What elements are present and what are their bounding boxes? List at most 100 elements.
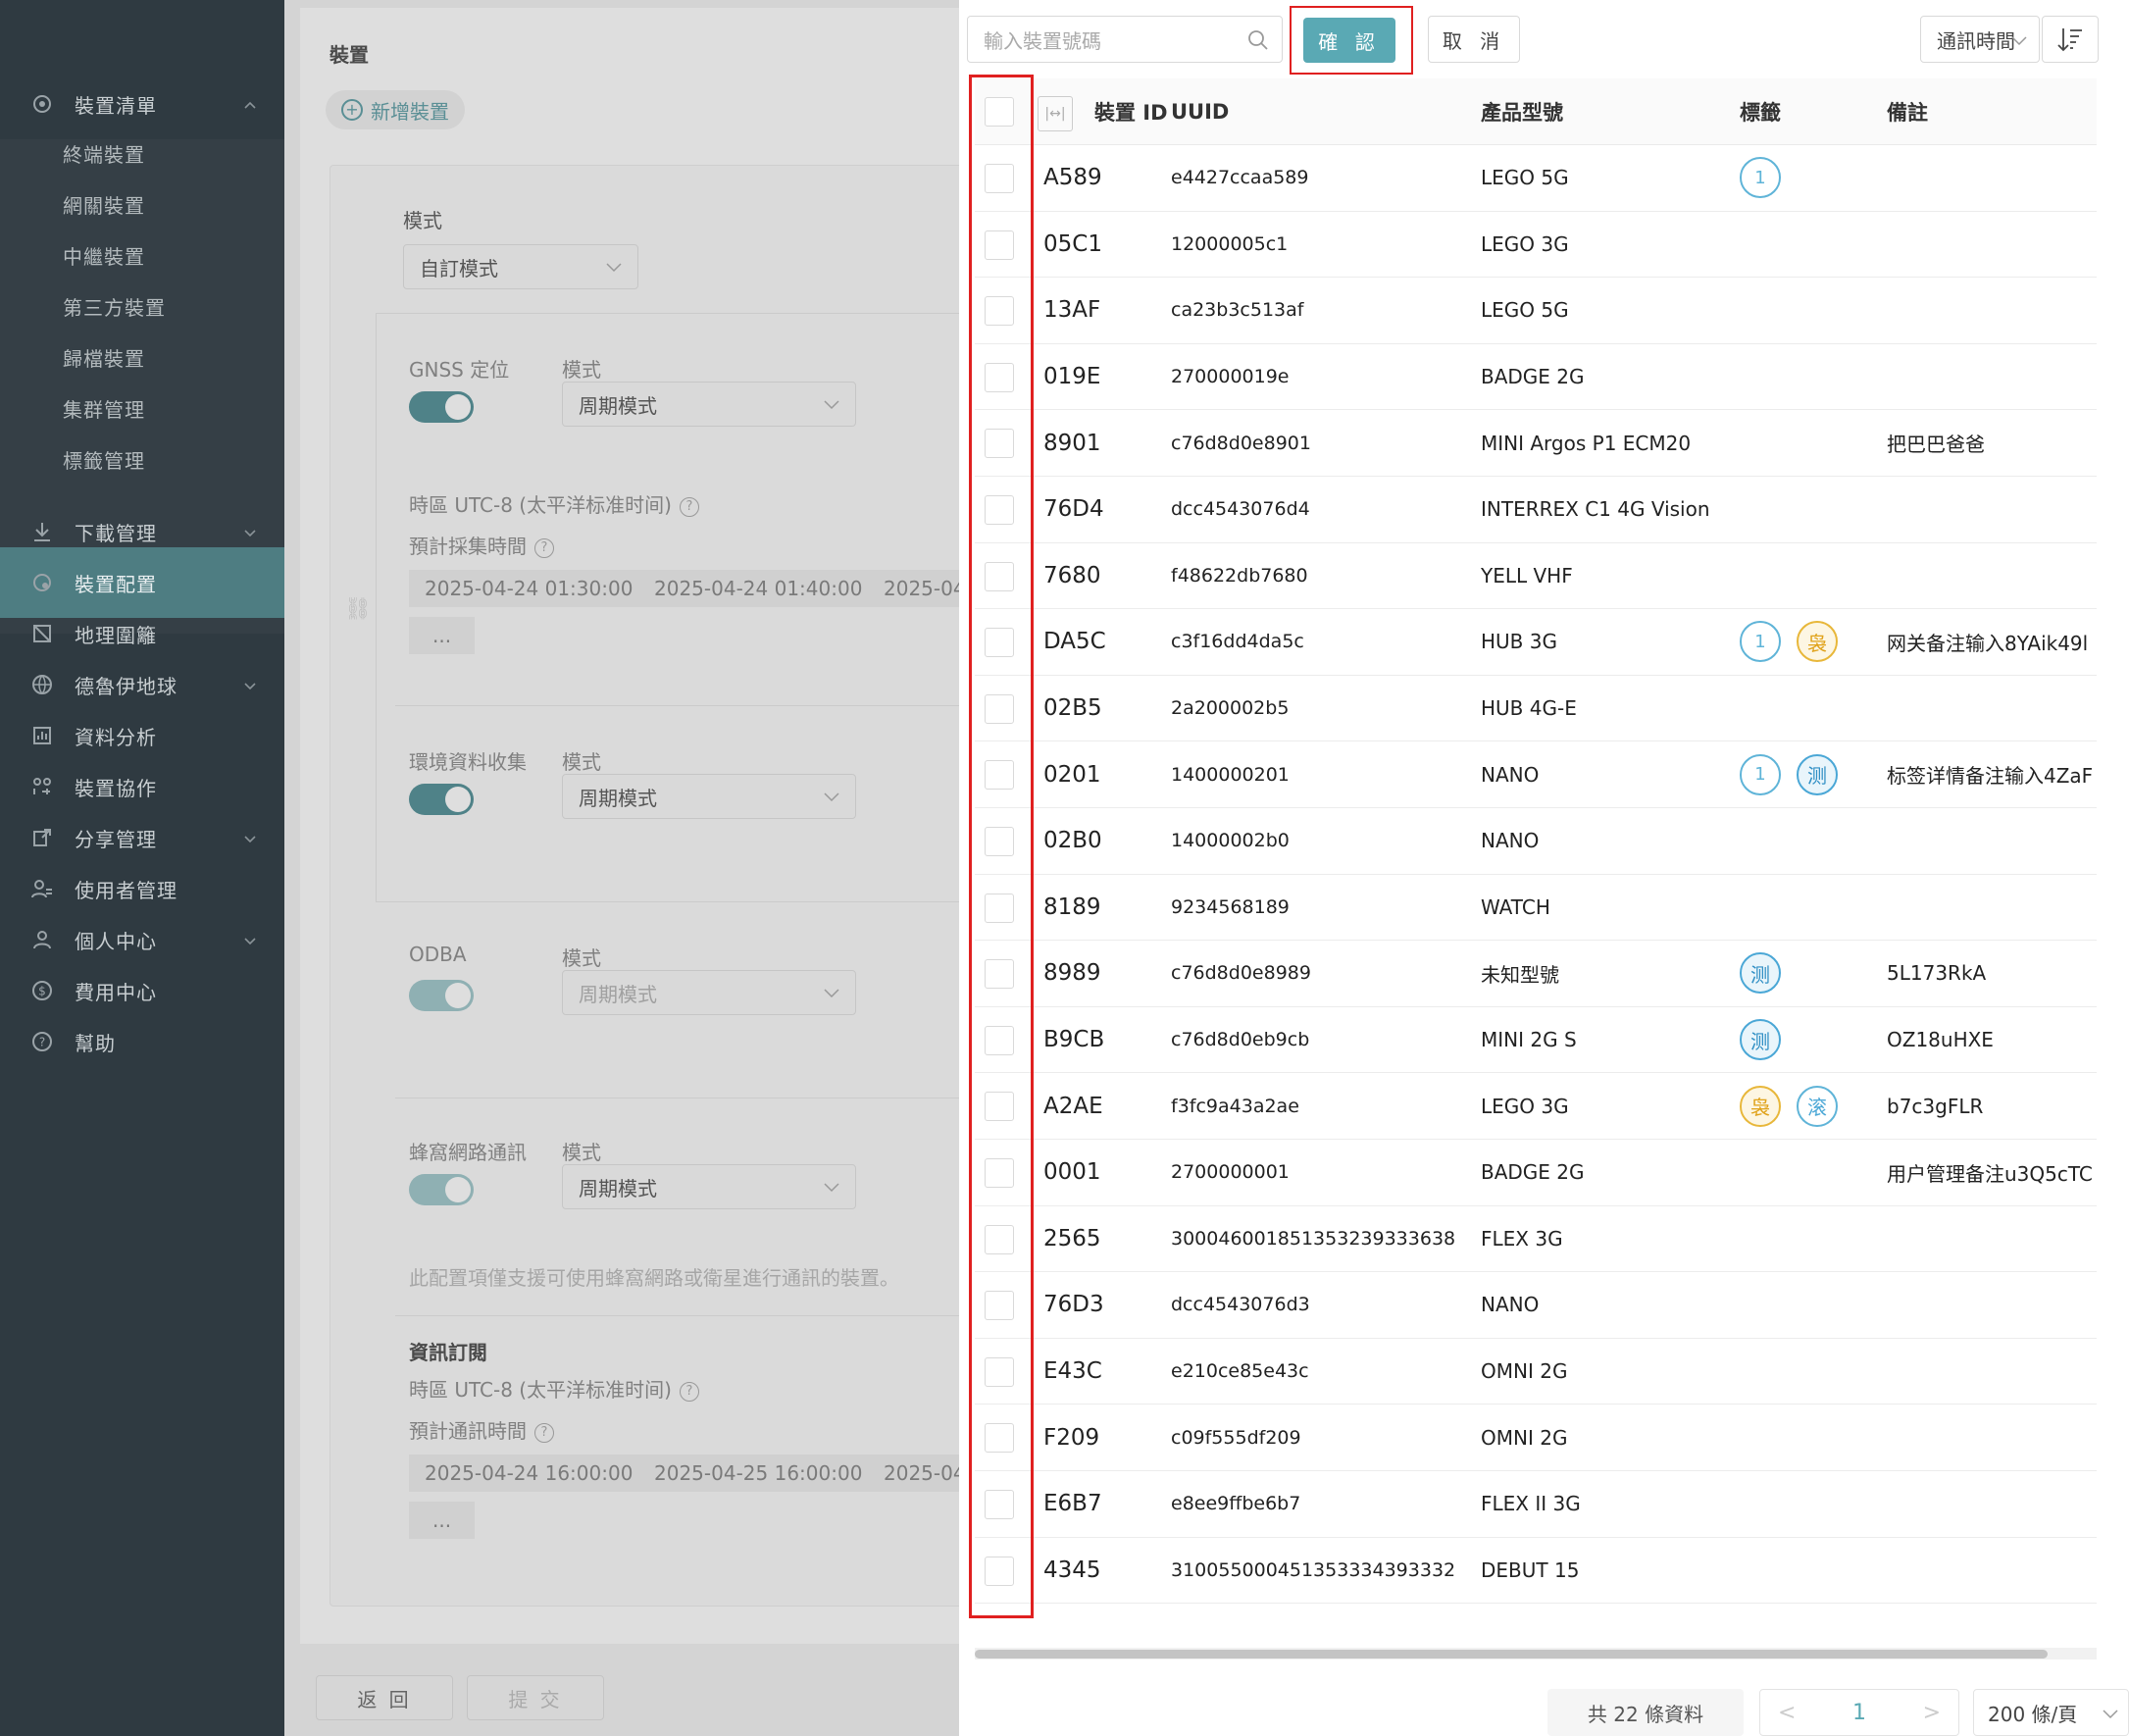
note-cell bbox=[1887, 344, 2097, 410]
table-row[interactable]: E43C e210ce85e43c OMNI 2G bbox=[975, 1339, 2097, 1405]
sort-order-button[interactable] bbox=[2042, 16, 2099, 63]
search-icon[interactable] bbox=[1246, 28, 1270, 52]
column-resize-icon[interactable]: |↔| bbox=[1038, 96, 1073, 131]
prev-page-button[interactable]: < bbox=[1778, 1701, 1796, 1725]
tag-badge[interactable]: 测 bbox=[1797, 753, 1838, 795]
uuid-cell: c76d8d0e8901 bbox=[1171, 432, 1311, 454]
col-header-note[interactable]: 備註 bbox=[1887, 78, 2097, 144]
device-id-cell: 02B0 bbox=[1043, 828, 1102, 854]
cellular-toggle[interactable] bbox=[409, 1174, 474, 1205]
table-row[interactable]: 13AF ca23b3c513af LEGO 5G bbox=[975, 278, 2097, 344]
help-icon[interactable]: ? bbox=[534, 1422, 554, 1443]
sidebar-item[interactable]: 集群管理 bbox=[0, 383, 284, 434]
table-row[interactable]: A589 e4427ccaa589 LEGO 5G 1 bbox=[975, 145, 2097, 212]
table-row[interactable]: DA5C c3f16dd4da5c HUB 3G 网关备注输入8YAik49l 1 袅 bbox=[975, 609, 2097, 676]
table-row[interactable]: 02B5 2a200002b5 HUB 4G-E bbox=[975, 676, 2097, 742]
more-chip[interactable]: ... bbox=[409, 617, 476, 654]
sort-field-value: 通訊時間 bbox=[1937, 28, 2015, 53]
note-cell: 网关备注输入8YAik49l bbox=[1887, 631, 2089, 655]
gnss-mode-select[interactable]: 周期模式 bbox=[562, 382, 856, 427]
tag-badge[interactable]: 1 bbox=[1740, 157, 1781, 199]
sidebar-item[interactable]: 網關裝置 bbox=[0, 179, 284, 230]
model-cell: FLEX 3G bbox=[1481, 1226, 1563, 1251]
next-page-button[interactable]: > bbox=[1923, 1701, 1941, 1725]
sidebar-item[interactable]: 歸檔裝置 bbox=[0, 332, 284, 383]
tag-badge[interactable]: 测 bbox=[1740, 1019, 1781, 1061]
add-device-button[interactable]: + 新增裝置 bbox=[326, 90, 465, 129]
uuid-cell: 2700000001 bbox=[1171, 1161, 1290, 1184]
env-mode-select[interactable]: 周期模式 bbox=[562, 774, 856, 819]
odba-toggle[interactable] bbox=[409, 980, 474, 1011]
collect-time-label: 預計採集時間? bbox=[409, 531, 554, 559]
timezone-value-2: 時區 UTC-8 (太平洋标准时间) bbox=[409, 1378, 672, 1402]
tag-badge[interactable]: 1 bbox=[1740, 753, 1781, 795]
device-id-cell: 02B5 bbox=[1043, 695, 1102, 722]
cancel-button[interactable]: 取 消 bbox=[1428, 16, 1520, 63]
table-row[interactable]: 0201 1400000201 NANO 标签详情备注输入4ZaF 1 测 bbox=[975, 741, 2097, 808]
odba-mode-select[interactable]: 周期模式 bbox=[562, 970, 856, 1015]
sidebar-item[interactable]: ? 幫助 bbox=[0, 1006, 284, 1077]
mode-select[interactable]: 自訂模式 bbox=[403, 244, 638, 289]
tag-badge[interactable]: 测 bbox=[1740, 952, 1781, 995]
model-cell: HUB 4G-E bbox=[1481, 696, 1577, 721]
table-row[interactable]: A2AE f3fc9a43a2ae LEGO 3G b7c3gFLR 袅滚 bbox=[975, 1073, 2097, 1140]
table-row[interactable]: E6B7 e8ee9ffbe6b7 FLEX II 3G bbox=[975, 1471, 2097, 1538]
table-row[interactable]: 76D3 dcc4543076d3 NANO bbox=[975, 1272, 2097, 1339]
table-row[interactable]: 8901 c76d8d0e8901 MINI Argos P1 ECM20 把巴巴爸爸 bbox=[975, 410, 2097, 477]
note-cell: 5L173RkA bbox=[1887, 961, 1987, 986]
col-header-uuid[interactable]: UUID bbox=[1171, 78, 1481, 144]
uuid-cell: dcc4543076d3 bbox=[1171, 1294, 1310, 1316]
table-row[interactable]: 7680 f48622db7680 YELL VHF bbox=[975, 543, 2097, 610]
device-id-cell: 8989 bbox=[1043, 960, 1101, 987]
table-row[interactable]: 8989 c76d8d0e8989 未知型號 5L173RkA 测 bbox=[975, 941, 2097, 1007]
model-cell: DEBUT 15 bbox=[1481, 1557, 1580, 1582]
model-cell: LEGO 3G bbox=[1481, 1094, 1569, 1118]
current-page[interactable]: 1 bbox=[1852, 1701, 1866, 1725]
cellular-mode-select[interactable]: 周期模式 bbox=[562, 1164, 856, 1209]
table-row[interactable]: B9CB c76d8d0eb9cb MINI 2G S OZ18uHXE 测 bbox=[975, 1007, 2097, 1074]
page-size-select[interactable]: 200 條/頁 bbox=[1973, 1689, 2129, 1736]
back-button[interactable]: 返 回 bbox=[316, 1675, 453, 1720]
uuid-cell: e210ce85e43c bbox=[1171, 1360, 1309, 1383]
tag-badge[interactable]: 袅 bbox=[1740, 1085, 1781, 1127]
table-row[interactable]: 4345 310055000451353334393332 DEBUT 15 bbox=[975, 1538, 2097, 1605]
col-header-model[interactable]: 產品型號 bbox=[1481, 78, 1736, 144]
table-row[interactable]: 05C1 12000005c1 LEGO 3G bbox=[975, 212, 2097, 279]
sidebar-item[interactable]: 中繼裝置 bbox=[0, 230, 284, 281]
help-icon[interactable]: ? bbox=[534, 537, 554, 558]
table-row[interactable]: 76D4 dcc4543076d4 INTERREX C1 4G Vision bbox=[975, 477, 2097, 543]
sidebar-item[interactable]: 標籤管理 bbox=[0, 434, 284, 485]
more-chip[interactable]: ... bbox=[409, 1502, 476, 1539]
note-cell: 把巴巴爸爸 bbox=[1887, 433, 1985, 457]
tag-badge[interactable]: 袅 bbox=[1797, 621, 1838, 663]
help-icon[interactable]: ? bbox=[679, 496, 699, 517]
model-cell: OMNI 2G bbox=[1481, 1359, 1568, 1384]
table-row[interactable]: 8189 9234568189 WATCH bbox=[975, 875, 2097, 942]
submit-button[interactable]: 提 交 bbox=[467, 1675, 604, 1720]
tags-cell: 测 bbox=[1740, 1007, 1877, 1073]
env-toggle[interactable] bbox=[409, 784, 474, 815]
confirm-button[interactable]: 確 認 bbox=[1303, 18, 1395, 63]
device-id-cell: 2565 bbox=[1043, 1225, 1101, 1251]
device-id-cell: 0001 bbox=[1043, 1159, 1101, 1186]
help-icon[interactable]: ? bbox=[679, 1381, 699, 1402]
uuid-cell: 310055000451353334393332 bbox=[1171, 1558, 1456, 1581]
table-row[interactable]: 0001 2700000001 BADGE 2G 用户管理备注u3Q5cTC bbox=[975, 1140, 2097, 1206]
tag-badge[interactable]: 1 bbox=[1740, 621, 1781, 663]
odba-mode-value: 周期模式 bbox=[579, 982, 657, 1006]
model-cell: NANO bbox=[1481, 829, 1540, 853]
tag-badge[interactable]: 滚 bbox=[1797, 1085, 1838, 1127]
search-input[interactable]: 輸入裝置號碼 bbox=[967, 16, 1283, 63]
table-row[interactable]: F209 c09f555df209 OMNI 2G bbox=[975, 1404, 2097, 1471]
sort-field-select[interactable]: 通訊時間 bbox=[1920, 16, 2040, 63]
horizontal-scrollbar[interactable] bbox=[975, 1648, 2097, 1659]
table-row[interactable]: 019E 270000019e BADGE 2G bbox=[975, 344, 2097, 411]
table-row[interactable]: 2565 30004600185135323933363​8 FLEX 3G bbox=[975, 1206, 2097, 1273]
sidebar-item[interactable]: 第三方裝置 bbox=[0, 281, 284, 332]
sidebar-item-label: 個人中心 bbox=[75, 929, 157, 953]
scrollbar-thumb[interactable] bbox=[975, 1650, 2048, 1659]
table-row[interactable]: 02B0 14000002b0 NANO bbox=[975, 808, 2097, 875]
gnss-toggle[interactable] bbox=[409, 391, 474, 423]
col-header-tags[interactable]: 標籤 bbox=[1740, 78, 1877, 144]
sidebar-item[interactable]: 終端裝置 bbox=[0, 128, 284, 179]
